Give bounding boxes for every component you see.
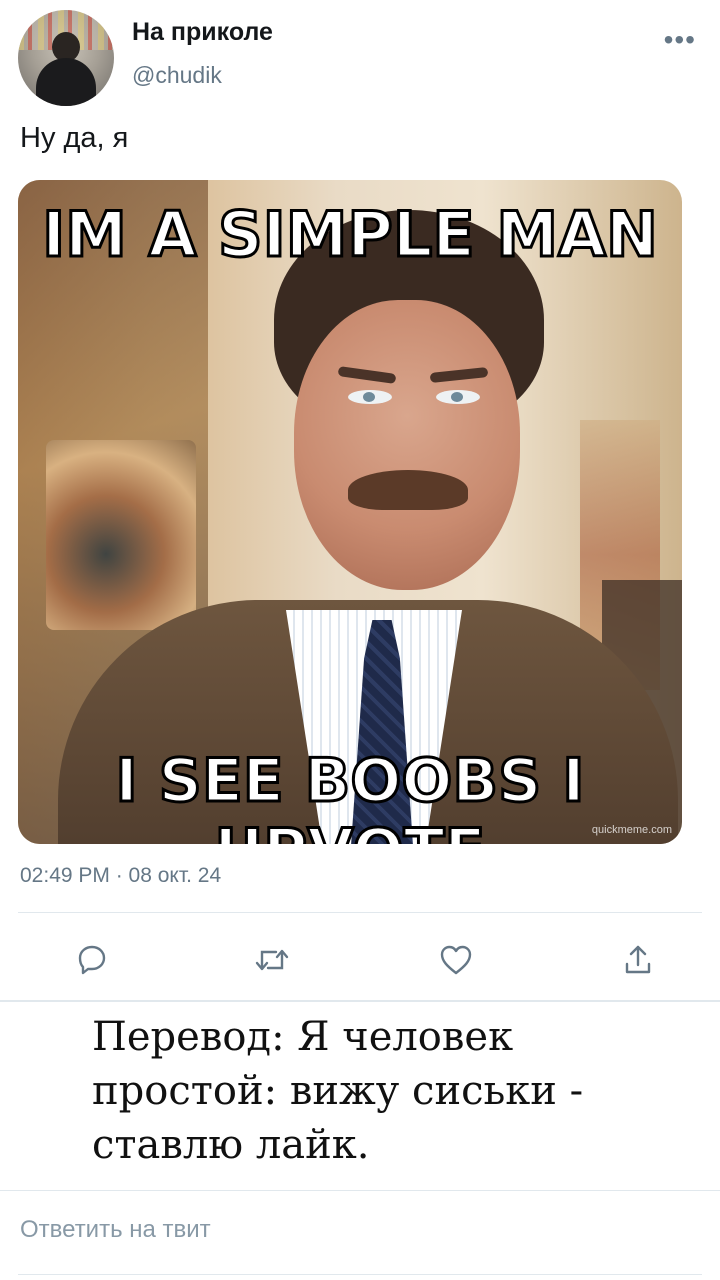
translation-caption: Перевод: Я человек простой: вижу сиськи …	[92, 1014, 584, 1168]
man-left-eye	[348, 390, 392, 404]
tweet-actions	[18, 930, 702, 986]
meme-bottom-caption: I SEE BOOBS I UPVOTE	[114, 745, 586, 845]
heart-icon	[440, 945, 472, 975]
like-button[interactable]	[432, 936, 480, 984]
tweet-text: Ну да, я	[20, 122, 129, 154]
retweet-icon	[255, 949, 289, 971]
tweet-timestamp[interactable]: 02:49 PM · 08 окт. 24	[20, 864, 221, 888]
tweet-header: На приколе @chudik •••	[18, 10, 702, 110]
divider	[18, 912, 702, 913]
share-button[interactable]	[614, 936, 662, 984]
background-painting	[46, 440, 196, 630]
user-handle[interactable]: @chudik	[132, 62, 222, 89]
divider	[18, 1274, 702, 1275]
avatar[interactable]	[18, 10, 114, 106]
man-right-eye	[436, 390, 480, 404]
man-mustache	[348, 470, 468, 510]
speech-bubble-icon	[78, 945, 106, 975]
display-name[interactable]: На приколе	[132, 18, 273, 47]
divider	[0, 1000, 720, 1002]
meme-watermark: quickmeme.com	[591, 824, 672, 836]
more-options-icon[interactable]: •••	[664, 24, 696, 56]
share-icon	[625, 945, 651, 974]
divider	[0, 1190, 720, 1191]
meme-top-caption: IM A SIMPLE MAN	[41, 197, 660, 273]
avatar-shirt	[36, 58, 96, 106]
man-face	[294, 300, 520, 590]
retweet-button[interactable]	[248, 936, 296, 984]
reply-input[interactable]: Ответить на твит	[20, 1216, 211, 1244]
tweet-media-image[interactable]: IM A SIMPLE MAN I SEE BOOBS I UPVOTE qui…	[18, 180, 682, 844]
reply-button[interactable]	[68, 936, 116, 984]
